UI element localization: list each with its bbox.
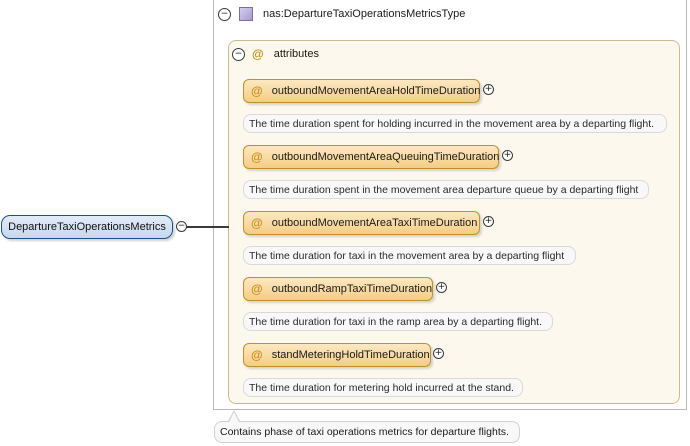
attribute-doc: The time duration spent in the movement …: [243, 180, 649, 199]
attribute-name: outboundRampTaxiTimeDuration: [271, 283, 433, 295]
attribute-name: outboundMovementAreaHoldTimeDuration: [271, 85, 481, 97]
doc-callout-pointer-fill: [229, 412, 239, 422]
type-doc: Contains phase of taxi operations metric…: [214, 421, 520, 443]
attribute-node[interactable]: @ standMeteringHoldTimeDuration: [243, 343, 431, 367]
type-header: − nas:DepartureTaxiOperationsMetricsType: [218, 5, 465, 23]
collapse-type-toggle-icon[interactable]: −: [218, 7, 231, 21]
attribute-doc: The time duration spent for holding incu…: [243, 114, 667, 133]
attribute-icon: @: [251, 216, 263, 230]
attribute-icon: @: [251, 84, 263, 98]
attributes-header: − @ attributes: [232, 46, 319, 62]
expand-attribute-icon[interactable]: +: [502, 150, 513, 161]
attributes-label: attributes: [273, 48, 319, 60]
attribute-name: outboundMovementAreaQueuingTimeDuration: [271, 151, 500, 163]
attribute-icon: @: [251, 348, 263, 362]
attribute-doc: The time duration for taxi in the ramp a…: [243, 312, 553, 331]
type-name: nas:DepartureTaxiOperationsMetricsType: [263, 8, 466, 20]
attribute-icon: @: [251, 282, 263, 296]
attribute-node[interactable]: @ outboundMovementAreaHoldTimeDuration: [243, 79, 480, 103]
root-element-label: DepartureTaxiOperationsMetrics: [8, 221, 166, 233]
attribute-doc: The time duration for metering hold incu…: [243, 378, 523, 397]
attribute-node[interactable]: @ outboundMovementAreaTaxiTimeDuration: [243, 211, 480, 235]
expand-attribute-icon[interactable]: +: [483, 84, 494, 95]
collapse-attributes-toggle-icon[interactable]: −: [232, 47, 245, 61]
attribute-name: standMeteringHoldTimeDuration: [271, 349, 430, 361]
attribute-doc: The time duration for taxi in the moveme…: [243, 246, 576, 265]
expand-attribute-icon[interactable]: +: [436, 282, 447, 293]
attribute-icon: @: [251, 150, 263, 164]
attribute-node[interactable]: @ outboundRampTaxiTimeDuration: [243, 277, 433, 301]
attribute-name: outboundMovementAreaTaxiTimeDuration: [271, 217, 478, 229]
connector-line: [186, 226, 229, 228]
root-element-node[interactable]: DepartureTaxiOperationsMetrics: [1, 215, 173, 239]
expand-attribute-icon[interactable]: +: [433, 348, 444, 359]
attribute-node[interactable]: @ outboundMovementAreaQueuingTimeDuratio…: [243, 145, 499, 169]
attribute-icon: @: [252, 47, 264, 61]
expand-attribute-icon[interactable]: +: [483, 216, 494, 227]
complex-type-icon: [239, 7, 253, 21]
